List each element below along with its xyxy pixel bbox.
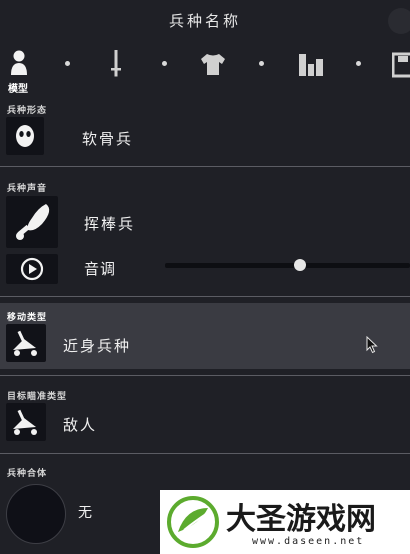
pitch-slider[interactable] [165, 263, 410, 268]
form-icon-box[interactable] [6, 117, 44, 155]
section-label-merge: 兵种合体 [7, 469, 48, 479]
tab-model[interactable]: 模型 [8, 80, 28, 95]
section-label-form: 兵种形态 [7, 106, 48, 116]
divider [0, 166, 410, 167]
page-title: 兵种名称 [168, 12, 241, 30]
movement-icon-box[interactable] [6, 324, 46, 362]
corner-button[interactable] [388, 8, 410, 34]
watermark-url: www.daseen.net [252, 536, 365, 547]
logo-icon [167, 496, 219, 548]
tab-dot [162, 61, 167, 66]
tab-dot [356, 61, 361, 66]
person-icon[interactable] [8, 48, 34, 78]
form-value[interactable]: 软骨兵 [82, 128, 133, 149]
section-label-targeting: 目标瞄准类型 [7, 392, 68, 402]
divider [0, 453, 410, 454]
divider [0, 375, 410, 376]
tab-bar: 模型 [0, 40, 410, 96]
movement-row-highlight[interactable] [0, 303, 410, 369]
section-label-movement: 移动类型 [7, 313, 48, 323]
club-icon [16, 204, 50, 240]
watermark-brand: 大圣游戏网 [226, 502, 376, 537]
movement-value[interactable]: 近身兵种 [63, 335, 131, 356]
tab-dot [65, 61, 70, 66]
targeting-value[interactable]: 敌人 [63, 414, 97, 435]
weapon-cart-icon [13, 330, 37, 356]
weapon-cart-icon [13, 409, 37, 435]
watermark-banner: 大圣游戏网 www.daseen.net [160, 490, 410, 554]
sound-value[interactable]: 挥棒兵 [84, 213, 135, 234]
pitch-slider-knob[interactable] [294, 259, 306, 271]
merge-circle-button[interactable] [6, 484, 66, 544]
mask-icon [16, 125, 34, 147]
sword-icon[interactable] [108, 48, 134, 78]
save-icon[interactable] [391, 48, 410, 78]
play-icon [20, 257, 44, 281]
mouse-cursor [366, 335, 378, 358]
divider [0, 296, 410, 297]
section-label-sound: 兵种声音 [7, 184, 48, 194]
pitch-label: 音调 [84, 260, 117, 278]
tab-dot [259, 61, 264, 66]
targeting-icon-box[interactable] [6, 403, 46, 441]
bars-icon[interactable] [297, 48, 323, 78]
sound-icon-box[interactable] [6, 196, 58, 248]
merge-value[interactable]: 无 [78, 502, 94, 522]
shirt-icon[interactable] [199, 48, 225, 78]
play-button[interactable] [6, 254, 58, 284]
